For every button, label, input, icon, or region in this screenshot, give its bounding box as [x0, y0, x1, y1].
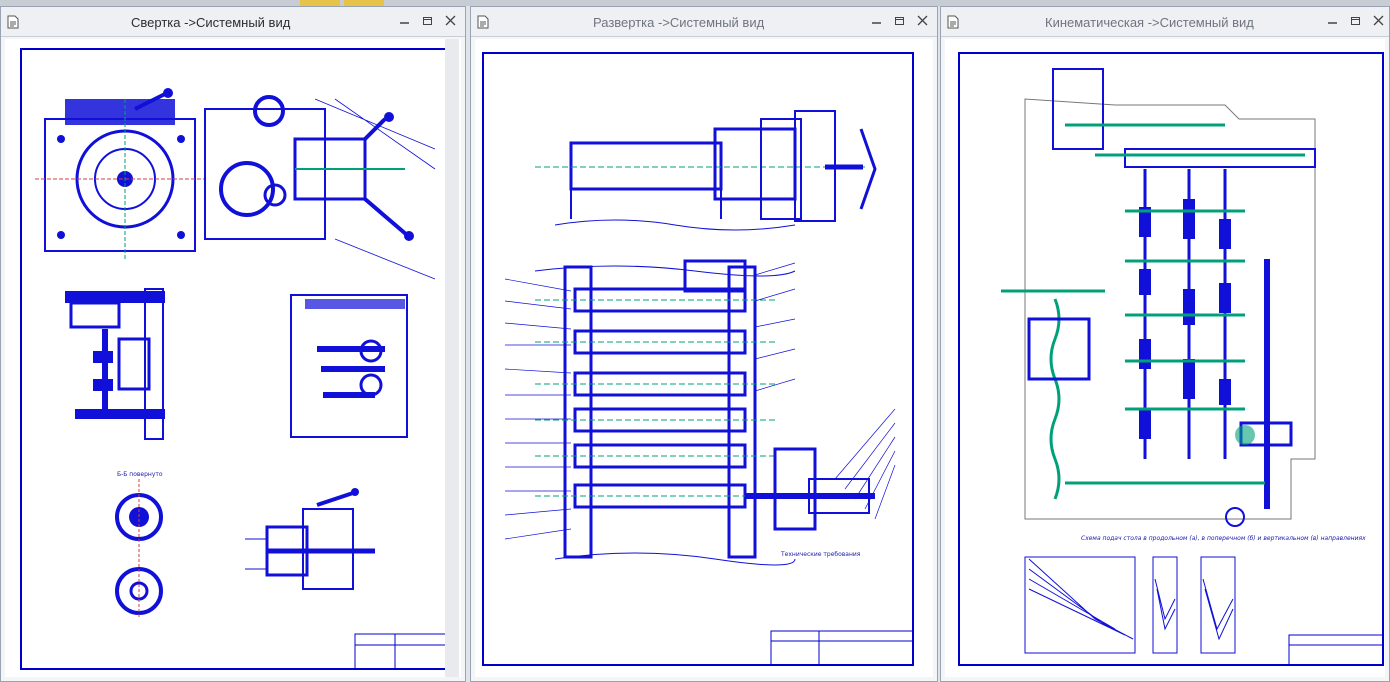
- window-title: Развертка ->Системный вид: [593, 15, 765, 30]
- drawing-sheet[interactable]: Технические требования: [475, 39, 933, 677]
- assembly-drawing: [20, 48, 450, 670]
- document-window-razvertka[interactable]: Развертка ->Системный вид Технические тр…: [470, 6, 938, 682]
- document-window-kinematic[interactable]: Кинематическая ->Системный вид Схема под…: [940, 6, 1390, 682]
- window-titlebar[interactable]: Кинематическая ->Системный вид: [941, 7, 1389, 37]
- document-window-svertka[interactable]: Свертка ->Системный вид Б-Б повернуто: [0, 6, 466, 682]
- window-title: Свертка ->Системный вид: [131, 15, 291, 30]
- window-titlebar[interactable]: Развертка ->Системный вид: [471, 7, 937, 37]
- close-icon[interactable]: [1373, 15, 1384, 26]
- restore-icon[interactable]: [422, 15, 433, 26]
- document-icon: [947, 15, 959, 29]
- spec-notes: Технические требования: [781, 551, 861, 558]
- minimize-icon[interactable]: [1327, 15, 1338, 26]
- drawing-sheet[interactable]: Схема подач стола в продольном (а), в по…: [945, 39, 1385, 677]
- restore-icon[interactable]: [1350, 15, 1361, 26]
- document-icon: [7, 15, 19, 29]
- close-icon[interactable]: [445, 15, 456, 26]
- restore-icon[interactable]: [894, 15, 905, 26]
- close-icon[interactable]: [917, 15, 928, 26]
- vertical-scrollbar[interactable]: [445, 39, 459, 677]
- window-titlebar[interactable]: Свертка ->Системный вид: [1, 7, 465, 37]
- chart-caption: Схема подач стола в продольном (а), в по…: [1081, 535, 1366, 542]
- minimize-icon[interactable]: [871, 15, 882, 26]
- document-icon: [477, 15, 489, 29]
- kinematic-scheme: [958, 52, 1384, 666]
- development-drawing: [482, 52, 914, 666]
- window-title: Кинематическая ->Системный вид: [1045, 15, 1254, 30]
- drawing-sheet[interactable]: Б-Б повернуто: [5, 39, 461, 677]
- section-label: Б-Б повернуто: [117, 471, 163, 478]
- minimize-icon[interactable]: [399, 15, 410, 26]
